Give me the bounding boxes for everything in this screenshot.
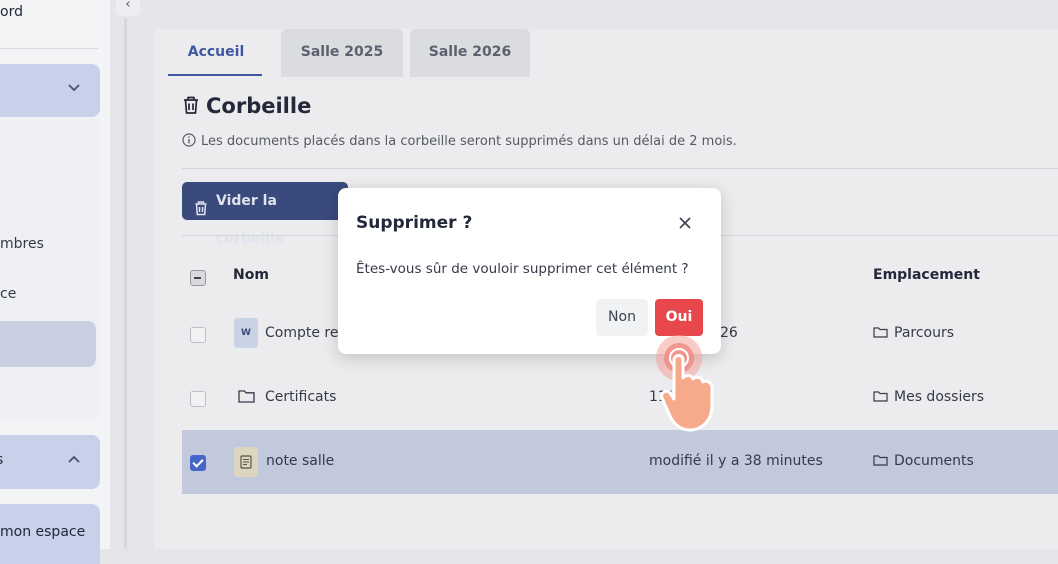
cancel-button[interactable]: Non — [596, 299, 648, 336]
dialog-message: Êtes-vous sûr de vouloir supprimer cet é… — [356, 261, 689, 277]
close-icon[interactable] — [674, 212, 696, 234]
hand-pointer-icon — [650, 332, 734, 436]
dialog-title: Supprimer ? — [356, 213, 473, 233]
confirm-button[interactable]: Oui — [655, 299, 703, 336]
confirm-delete-dialog: Supprimer ? Êtes-vous sûr de vouloir sup… — [338, 188, 721, 354]
